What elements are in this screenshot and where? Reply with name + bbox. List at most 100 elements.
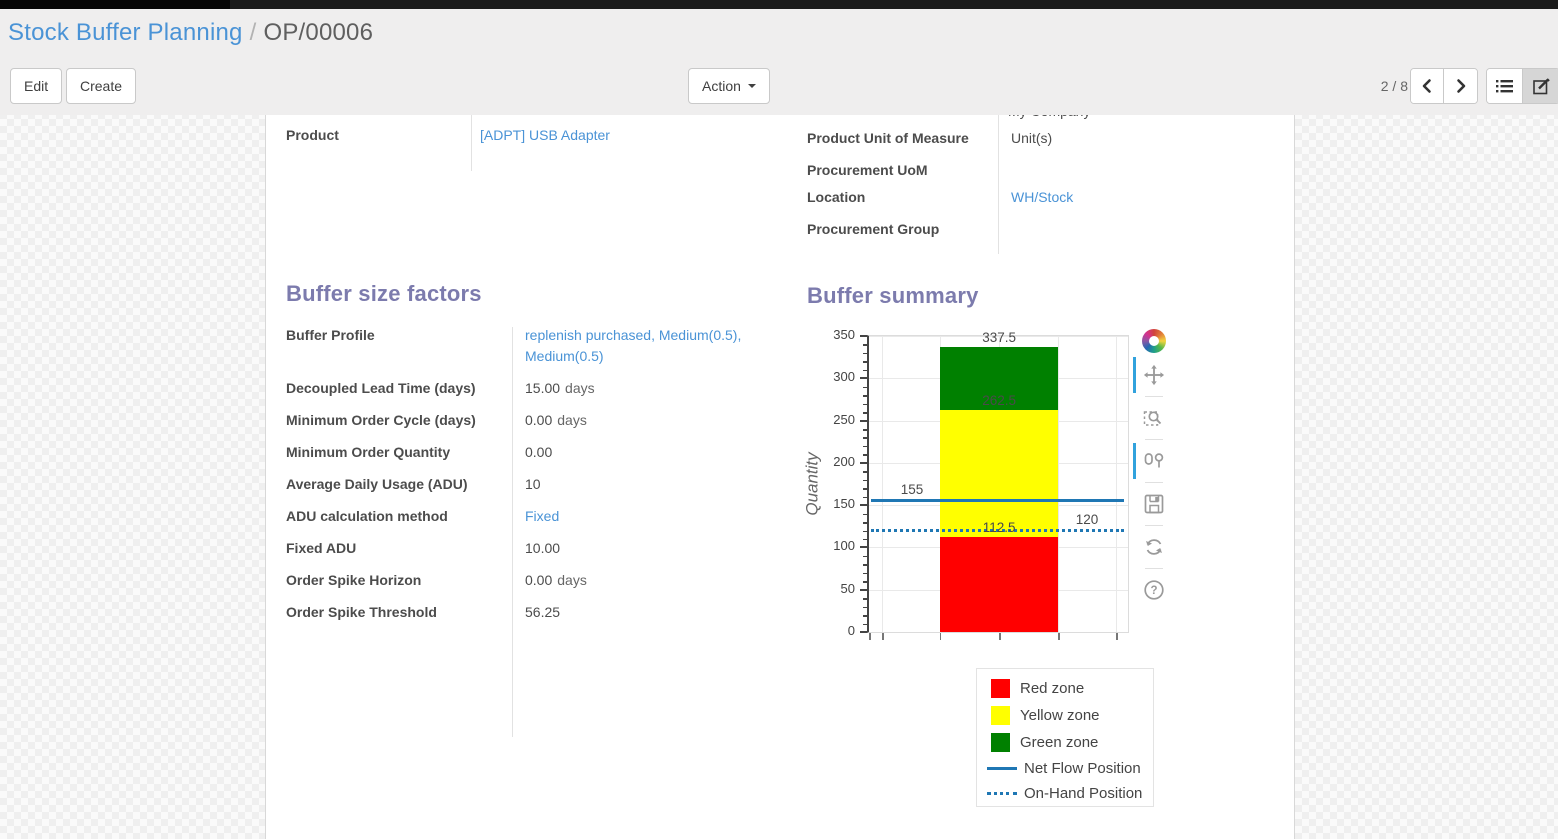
previous-page-button[interactable] bbox=[1411, 69, 1444, 103]
y-axis-tick bbox=[863, 607, 867, 609]
view-switcher bbox=[1486, 68, 1558, 104]
pager-nav-group bbox=[1410, 68, 1478, 104]
zoom-box-icon bbox=[1143, 407, 1165, 429]
y-axis-tick bbox=[863, 624, 867, 626]
legend-swatch-square bbox=[991, 706, 1010, 725]
zoom-box-button[interactable] bbox=[1140, 405, 1168, 431]
legend-item-green-zone[interactable]: Green zone bbox=[991, 733, 1153, 752]
control-panel: Stock Buffer Planning/OP/00006 Edit Crea… bbox=[0, 9, 1558, 115]
y-axis-tick bbox=[863, 361, 867, 363]
help-icon: ? bbox=[1143, 579, 1165, 601]
y-axis-tick bbox=[860, 589, 867, 591]
x-axis-tick bbox=[869, 633, 871, 640]
y-axis-tick bbox=[863, 514, 867, 516]
compare-hover-icon bbox=[1143, 450, 1165, 472]
action-dropdown-button[interactable]: Action bbox=[688, 68, 770, 104]
gridline-x bbox=[1116, 336, 1117, 632]
legend-swatch-dotted bbox=[987, 792, 1017, 795]
y-axis-tick-label: 200 bbox=[819, 454, 855, 469]
pan-button[interactable] bbox=[1140, 362, 1168, 388]
save-button[interactable] bbox=[1140, 491, 1168, 517]
spike-horizon-value: 0.00days bbox=[512, 570, 792, 591]
y-axis-tick bbox=[863, 370, 867, 372]
spike-horizon-unit: days bbox=[557, 572, 587, 588]
red-zone-bar bbox=[940, 537, 1058, 632]
zone-value-label: 112.5 bbox=[940, 520, 1058, 535]
next-page-button[interactable] bbox=[1444, 69, 1477, 103]
buffer-profile-link[interactable]: replenish purchased, Medium(0.5), Medium… bbox=[512, 325, 792, 367]
chevron-right-icon bbox=[1454, 78, 1468, 94]
legend-item-yellow-zone[interactable]: Yellow zone bbox=[991, 706, 1153, 725]
reset-axes-icon bbox=[1143, 536, 1165, 558]
procurement-group-field-label: Procurement Group bbox=[807, 219, 998, 240]
y-axis-tick bbox=[863, 387, 867, 389]
y-axis-tick bbox=[860, 504, 867, 506]
product-field-link[interactable]: [ADPT] USB Adapter bbox=[471, 125, 751, 146]
y-axis-tick-label: 100 bbox=[819, 538, 855, 553]
modebar-divider bbox=[1145, 482, 1163, 483]
stock-buffer-planning-page: Stock Buffer Planning/OP/00006 Edit Crea… bbox=[0, 0, 1558, 839]
moq-label: Minimum Order Quantity bbox=[286, 442, 512, 463]
y-axis-tick-label: 0 bbox=[819, 623, 855, 638]
location-field-link[interactable]: WH/Stock bbox=[998, 187, 1278, 208]
y-axis-tick-label: 250 bbox=[819, 412, 855, 427]
y-axis-tick bbox=[863, 531, 867, 533]
compare-hover-button[interactable] bbox=[1140, 448, 1168, 474]
legend-item-red-zone[interactable]: Red zone bbox=[991, 679, 1153, 698]
form-edit-icon bbox=[1533, 78, 1550, 95]
help-button[interactable]: ? bbox=[1140, 577, 1168, 603]
modebar-divider bbox=[1145, 396, 1163, 397]
legend-item-on-hand-position[interactable]: On-Hand Position bbox=[991, 785, 1153, 802]
pager: 2 / 8 bbox=[1362, 78, 1408, 94]
pan-icon bbox=[1143, 364, 1165, 386]
buffer-summary-chart: Quantity 155120112.5262.5337.50501001502… bbox=[804, 320, 1184, 665]
field-row-moc: Minimum Order Cycle (days) 0.00days bbox=[286, 410, 798, 431]
y-axis-tick bbox=[863, 471, 867, 473]
adu-value: 10 bbox=[512, 474, 792, 495]
moc-value: 0.00days bbox=[512, 410, 792, 431]
top-menu-bar-left-segment bbox=[0, 0, 230, 9]
buffer-profile-label: Buffer Profile bbox=[286, 325, 512, 346]
adu-method-link[interactable]: Fixed bbox=[512, 506, 792, 527]
x-axis-tick bbox=[1116, 633, 1118, 640]
top-menu-bar bbox=[0, 0, 1558, 9]
field-row-product: Product [ADPT] USB Adapter bbox=[286, 125, 791, 146]
list-view-button[interactable] bbox=[1487, 69, 1523, 103]
y-axis-tick bbox=[863, 573, 867, 575]
y-axis-tick-label: 300 bbox=[819, 369, 855, 384]
form-view-button[interactable] bbox=[1523, 69, 1558, 103]
y-axis-tick-label: 150 bbox=[819, 496, 855, 511]
uom-field-value: Unit(s) bbox=[998, 128, 1278, 149]
y-axis-tick bbox=[860, 546, 867, 548]
field-row-moq: Minimum Order Quantity 0.00 bbox=[286, 442, 798, 463]
adu-method-label: ADU calculation method bbox=[286, 506, 512, 527]
y-axis-tick bbox=[863, 581, 867, 583]
create-button[interactable]: Create bbox=[66, 68, 136, 104]
y-axis-tick bbox=[860, 462, 867, 464]
legend-item-net-flow-position[interactable]: Net Flow Position bbox=[991, 760, 1153, 777]
modebar-divider bbox=[1145, 439, 1163, 440]
y-axis-tick bbox=[860, 377, 867, 379]
zone-value-label: 262.5 bbox=[940, 393, 1058, 408]
y-axis-tick bbox=[863, 598, 867, 600]
buffer-size-factors-title: Buffer size factors bbox=[286, 281, 482, 307]
legend-swatch-line bbox=[987, 767, 1017, 770]
y-axis-tick bbox=[860, 631, 867, 633]
x-axis-tick bbox=[999, 633, 1001, 640]
plot-area[interactable]: 155120112.5262.5337.50501001502002503003… bbox=[867, 335, 1129, 633]
edit-button[interactable]: Edit bbox=[10, 68, 62, 104]
breadcrumb-parent-link[interactable]: Stock Buffer Planning bbox=[8, 19, 243, 46]
product-group: Product [ADPT] USB Adapter bbox=[286, 125, 791, 157]
uom-field-label: Product Unit of Measure bbox=[807, 128, 998, 149]
y-axis-tick bbox=[863, 412, 867, 414]
legend-label: Net Flow Position bbox=[1024, 760, 1141, 777]
breadcrumb-current: OP/00006 bbox=[263, 19, 373, 46]
gridline-x bbox=[882, 336, 883, 632]
reset-axes-button[interactable] bbox=[1140, 534, 1168, 560]
y-axis-tick bbox=[863, 429, 867, 431]
plotly-logo-button[interactable] bbox=[1140, 328, 1168, 354]
fixed-adu-value: 10.00 bbox=[512, 538, 792, 559]
spike-threshold-label: Order Spike Threshold bbox=[286, 602, 512, 623]
product-field-label: Product bbox=[286, 125, 471, 146]
procurement-uom-field-label: Procurement UoM bbox=[807, 160, 998, 181]
